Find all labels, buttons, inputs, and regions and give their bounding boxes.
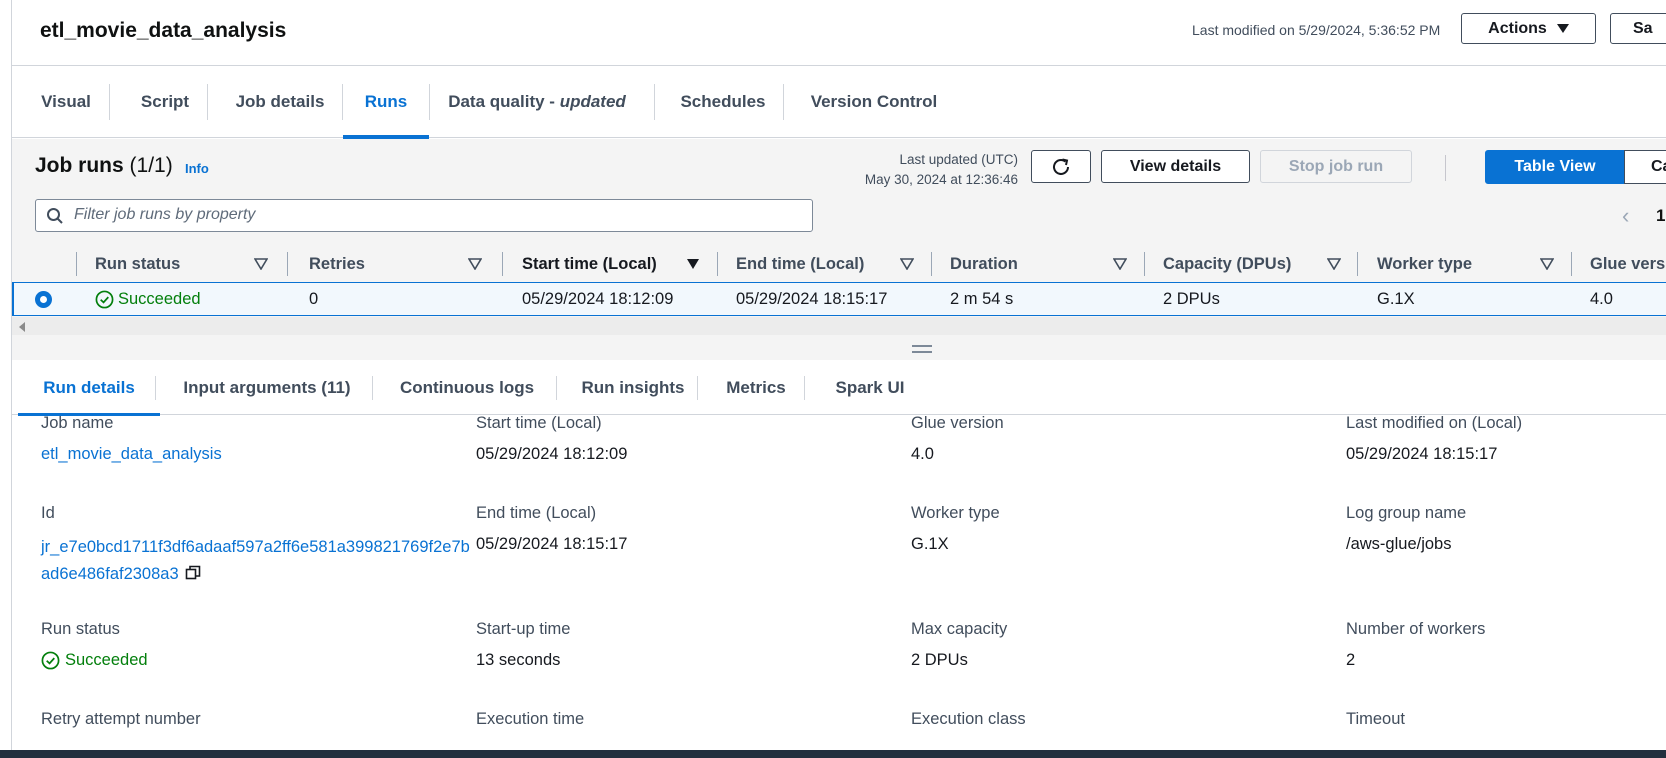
end-time-label: End time (Local) [476, 504, 597, 522]
col-glue-version[interactable]: Glue versi [1590, 246, 1666, 282]
col-worker-type[interactable]: Worker type [1377, 246, 1472, 282]
log-group-value: /aws-glue/jobs [1346, 535, 1452, 553]
tab-runs[interactable]: Runs [343, 66, 429, 139]
horizontal-scrollbar[interactable] [12, 317, 1666, 335]
table-row[interactable]: Succeeded 0 05/29/2024 18:12:09 05/29/20… [12, 282, 1666, 316]
worker-type-label: Worker type [911, 504, 1000, 522]
page-number[interactable]: 1 [1656, 206, 1665, 226]
tab-input-arguments[interactable]: Input arguments (11) [162, 360, 372, 415]
job-name-link[interactable]: etl_movie_data_analysis [41, 445, 222, 464]
run-status-value: Succeeded [41, 651, 148, 670]
refresh-icon [1053, 158, 1069, 175]
tab-run-insights[interactable]: Run insights [559, 360, 707, 415]
row-glue-version: 4.0 [1590, 289, 1613, 308]
sort-icon[interactable] [900, 258, 914, 270]
last-modified-text: Last modified on 5/29/2024, 5:36:52 PM [1192, 22, 1441, 38]
tab-continuous-logs[interactable]: Continuous logs [377, 360, 557, 415]
sort-icon[interactable] [1113, 258, 1127, 270]
tab-visual[interactable]: Visual [22, 66, 110, 138]
sort-desc-icon[interactable] [686, 258, 700, 270]
split-resize-handle[interactable] [912, 345, 932, 353]
retry-attempt-label: Retry attempt number [41, 710, 201, 728]
id-label: Id [41, 504, 55, 522]
save-label: Sa [1633, 19, 1653, 37]
actions-button[interactable]: Actions [1461, 13, 1596, 44]
page-header: etl_movie_data_analysis Last modified on… [12, 0, 1666, 66]
worker-type-value: G.1X [911, 535, 949, 553]
copy-icon[interactable] [185, 565, 201, 581]
tab-run-details[interactable]: Run details [18, 360, 160, 416]
view-details-button[interactable]: View details [1101, 150, 1250, 183]
glue-version-value: 4.0 [911, 445, 934, 463]
tab-schedules[interactable]: Schedules [660, 66, 786, 138]
job-runs-heading: Job runs (1/1) [35, 154, 173, 177]
col-start-time[interactable]: Start time (Local) [522, 246, 657, 282]
check-circle-icon [95, 290, 114, 308]
sort-icon[interactable] [254, 258, 268, 270]
table-header: Run status Retries Start time (Local) En… [12, 246, 1666, 282]
chevron-left-icon[interactable]: ‹ [1622, 205, 1629, 227]
tab-version-control[interactable]: Version Control [788, 66, 960, 138]
bottom-bar [0, 750, 1666, 758]
row-retries: 0 [309, 289, 319, 308]
col-run-status[interactable]: Run status [95, 246, 180, 282]
number-of-workers-value: 2 [1346, 651, 1356, 669]
start-time-label: Start time (Local) [476, 414, 602, 432]
row-worker-type: G.1X [1377, 289, 1415, 308]
job-tabs: Visual Script Job details Runs Data qual… [12, 66, 1666, 139]
end-time-value: 05/29/2024 18:15:17 [476, 535, 628, 553]
filter-input[interactable] [74, 205, 774, 225]
refresh-button[interactable] [1031, 150, 1091, 183]
startup-time-label: Start-up time [476, 620, 571, 638]
max-capacity-value: 2 DPUs [911, 651, 968, 669]
last-modified-value: 05/29/2024 18:15:17 [1346, 445, 1498, 463]
max-capacity-label: Max capacity [911, 620, 1008, 638]
glue-version-label: Glue version [911, 414, 1004, 432]
check-circle-icon [41, 651, 60, 670]
col-capacity[interactable]: Capacity (DPUs) [1163, 246, 1291, 282]
scroll-left-icon[interactable] [19, 322, 25, 332]
sort-icon[interactable] [1540, 258, 1554, 270]
number-of-workers-label: Number of workers [1346, 620, 1486, 638]
actions-label: Actions [1488, 19, 1547, 37]
tab-spark-ui[interactable]: Spark UI [812, 360, 928, 415]
execution-time-label: Execution time [476, 710, 585, 728]
info-link[interactable]: Info [185, 161, 209, 176]
log-group-label: Log group name [1346, 504, 1467, 522]
filter-box [35, 199, 813, 232]
sort-icon[interactable] [468, 258, 482, 270]
startup-time-value: 13 seconds [476, 651, 561, 669]
run-status-label: Run status [41, 620, 120, 638]
col-duration[interactable]: Duration [950, 246, 1018, 282]
stop-job-run-button[interactable]: Stop job run [1260, 150, 1412, 183]
tab-data-quality[interactable]: Data quality - updated [432, 66, 642, 138]
run-detail-tabs: Run details Input arguments (11) Continu… [12, 360, 1666, 416]
sort-icon[interactable] [1327, 258, 1341, 270]
row-duration: 2 m 54 s [950, 289, 1014, 308]
table-view-button[interactable]: Table View [1485, 150, 1625, 184]
col-end-time[interactable]: End time (Local) [736, 246, 864, 282]
last-modified-label: Last modified on (Local) [1346, 414, 1523, 432]
start-time-value: 05/29/2024 18:12:09 [476, 445, 628, 463]
row-start-time: 05/29/2024 18:12:09 [522, 289, 674, 308]
card-view-button[interactable]: Ca [1624, 150, 1666, 184]
timeout-label: Timeout [1346, 710, 1405, 728]
save-button[interactable]: Sa [1610, 13, 1666, 44]
run-id[interactable]: jr_e7e0bcd1711f3df6adaaf597a2ff6e581a399… [41, 534, 474, 588]
row-end-time: 05/29/2024 18:15:17 [736, 289, 888, 308]
col-retries[interactable]: Retries [309, 246, 365, 282]
job-title: etl_movie_data_analysis [40, 19, 287, 42]
row-run-status: Succeeded [95, 283, 201, 315]
caret-down-icon [1556, 24, 1569, 33]
job-name-label: Job name [41, 414, 114, 432]
tab-script[interactable]: Script [116, 66, 214, 138]
last-updated: Last updated (UTC) May 30, 2024 at 12:36… [864, 152, 1018, 187]
search-icon [47, 208, 63, 224]
row-select-radio[interactable] [35, 291, 52, 308]
tab-job-details[interactable]: Job details [212, 66, 348, 138]
row-capacity: 2 DPUs [1163, 289, 1220, 308]
execution-class-label: Execution class [911, 710, 1026, 728]
job-runs-count: (1/1) [129, 154, 173, 177]
tab-metrics[interactable]: Metrics [706, 360, 806, 415]
